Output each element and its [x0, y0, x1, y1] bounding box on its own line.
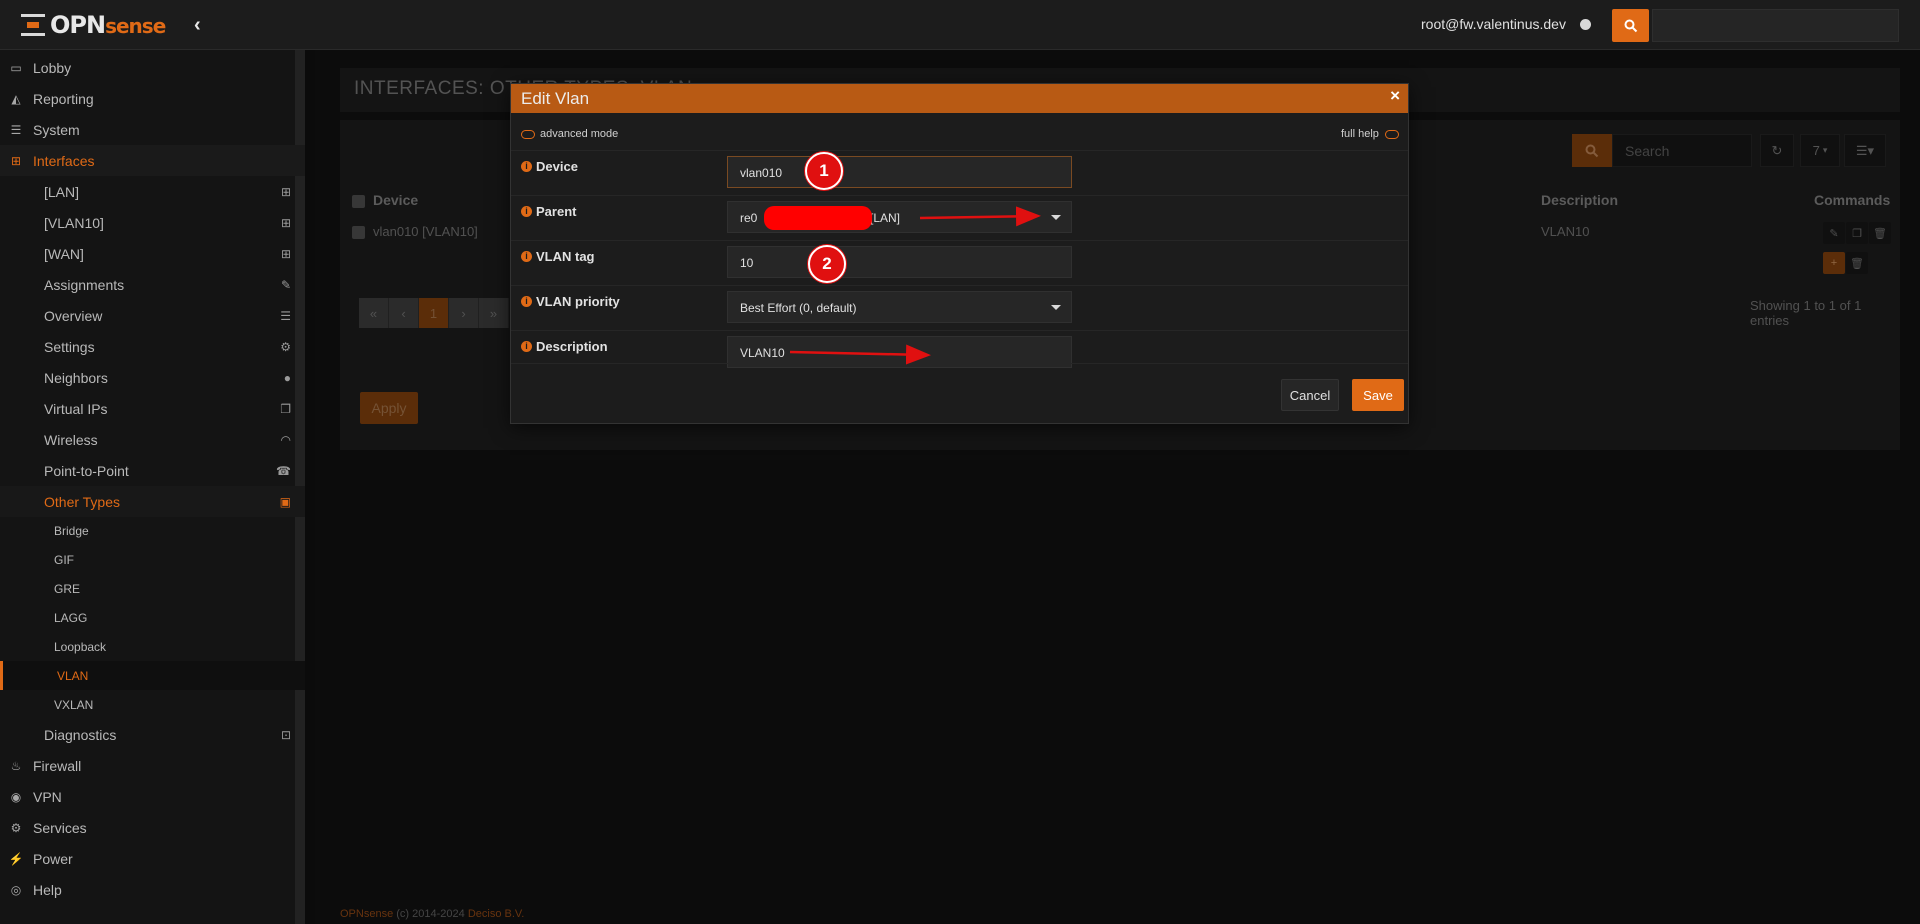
annotation-arrow-parent: [919, 206, 1041, 227]
annotation-arrows: [789, 206, 1041, 365]
annotation-arrow-description: [789, 344, 931, 365]
